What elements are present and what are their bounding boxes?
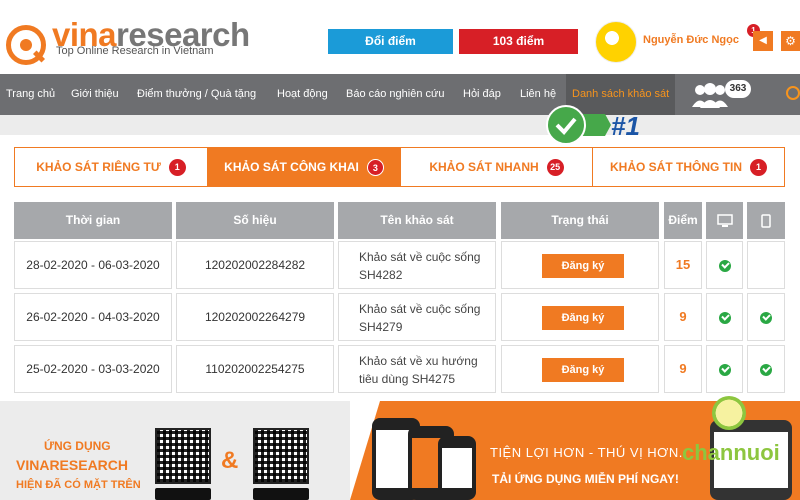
row-time: 26-02-2020 - 04-03-2020 xyxy=(14,293,172,341)
google-play-button[interactable] xyxy=(253,488,309,500)
check-circle-icon xyxy=(718,259,731,272)
banner-slogan: TIỆN LỢI HƠN - THÚ VỊ HƠN. xyxy=(490,445,683,460)
qr-code-appstore xyxy=(155,428,211,484)
megaphone-icon: ◀ xyxy=(759,35,767,46)
register-button[interactable]: Đăng ký xyxy=(542,254,624,278)
banner-ampersand: & xyxy=(221,447,239,474)
col-code: Số hiệu xyxy=(176,202,334,239)
row-mobile xyxy=(747,241,785,289)
nav-item-rewards[interactable]: Điểm thưởng / Quà tặng xyxy=(137,74,256,115)
col-desktop xyxy=(706,202,743,239)
nav-item-about[interactable]: Giới thiệu xyxy=(71,74,119,115)
mobile-icon xyxy=(761,214,771,228)
notification-button[interactable]: ◀ xyxy=(753,31,773,51)
col-mobile xyxy=(747,202,785,239)
desktop-icon xyxy=(716,214,733,227)
annotation-label: #1 xyxy=(611,111,640,141)
user-name[interactable]: Nguyễn Đức Ngọc xyxy=(643,34,739,46)
nav-item-activities[interactable]: Hoạt động xyxy=(277,74,328,115)
settings-button[interactable]: ⚙ xyxy=(781,31,800,51)
avatar[interactable] xyxy=(595,21,637,63)
row-time: 28-02-2020 - 06-03-2020 xyxy=(14,241,172,289)
online-users-count: 363 xyxy=(725,80,751,98)
check-circle-icon xyxy=(760,311,772,324)
points-balance-button[interactable]: 103 điểm xyxy=(459,29,578,54)
row-code: 120202002264279 xyxy=(176,293,334,341)
phone-image xyxy=(438,436,476,500)
row-name: Khảo sát về cuộc sống SH4282 xyxy=(338,241,496,289)
tab-badge: 1 xyxy=(168,159,186,177)
qr-code-googleplay xyxy=(253,428,309,484)
row-points: 9 xyxy=(664,293,702,341)
nav-item-home[interactable]: Trang chủ xyxy=(6,74,55,115)
row-name: Khảo sát về xu hướng tiêu dùng SH4275 xyxy=(338,345,496,393)
banner-app-name: VINARESEARCH xyxy=(16,457,129,473)
check-circle-icon xyxy=(718,363,731,376)
tab-badge: 1 xyxy=(750,159,767,177)
row-status: Đăng ký xyxy=(501,293,659,341)
app-store-button[interactable] xyxy=(155,488,211,500)
row-time: 25-02-2020 - 03-03-2020 xyxy=(14,345,172,393)
check-annotation: #1 xyxy=(546,105,640,145)
site-tagline: Top Online Research in Vietnam xyxy=(56,45,214,57)
tab-info-surveys[interactable]: KHẢO SÁT THÔNG TIN 1 xyxy=(593,148,784,186)
gear-icon: ⚙ xyxy=(785,34,796,48)
row-name: Khảo sát về cuộc sống SH4279 xyxy=(338,293,496,341)
exchange-points-button[interactable]: Đổi điểm xyxy=(328,29,453,54)
check-circle-icon xyxy=(760,363,772,376)
watermark: channuoi xyxy=(682,440,780,465)
banner-app-line3: HIỆN ĐÃ CÓ MẶT TRÊN xyxy=(16,479,141,491)
col-time: Thời gian xyxy=(14,202,172,239)
table-row: 26-02-2020 - 04-03-2020 120202002264279 … xyxy=(14,293,785,343)
row-points: 15 xyxy=(664,241,702,289)
nav-item-faq[interactable]: Hỏi đáp xyxy=(463,74,501,115)
tab-private-surveys[interactable]: KHẢO SÁT RIÊNG TƯ 1 xyxy=(15,148,208,186)
banner-download-cta: TẢI ỨNG DỤNG MIỄN PHÍ NGAY! xyxy=(492,472,679,486)
row-mobile xyxy=(747,293,785,341)
row-mobile xyxy=(747,345,785,393)
row-points: 9 xyxy=(664,345,702,393)
row-desktop xyxy=(706,293,743,341)
lime-icon xyxy=(712,396,746,430)
tab-badge: 25 xyxy=(546,159,564,177)
banner-app-line1: ỨNG DỤNG xyxy=(44,439,111,453)
tab-quick-surveys[interactable]: KHẢO SÁT NHANH 25 xyxy=(401,148,593,186)
people-icon xyxy=(692,83,728,108)
table-header: Thời gian Số hiệu Tên khảo sát Trạng thá… xyxy=(14,202,785,239)
main-nav: Trang chủ Giới thiệu Điểm thưởng / Quà t… xyxy=(0,74,800,115)
table-row: 28-02-2020 - 06-03-2020 120202002284282 … xyxy=(14,241,785,291)
nav-item-reports[interactable]: Báo cáo nghiên cứu xyxy=(346,74,445,115)
tab-public-surveys[interactable]: KHẢO SÁT CÔNG KHAI 3 xyxy=(208,148,401,186)
survey-tabs: KHẢO SÁT RIÊNG TƯ 1 KHẢO SÁT CÔNG KHAI 3 K… xyxy=(14,147,785,187)
row-desktop xyxy=(706,241,743,289)
col-name: Tên khảo sát xyxy=(338,202,496,239)
search-icon[interactable] xyxy=(786,86,800,100)
divider xyxy=(0,115,800,135)
survey-table: Thời gian Số hiệu Tên khảo sát Trạng thá… xyxy=(14,202,785,395)
register-button[interactable]: Đăng ký xyxy=(542,306,624,330)
col-points: Điểm xyxy=(664,202,702,239)
row-code: 120202002284282 xyxy=(176,241,334,289)
check-circle-icon xyxy=(718,311,731,324)
tab-badge: 3 xyxy=(366,159,384,177)
row-code: 110202002254275 xyxy=(176,345,334,393)
row-status: Đăng ký xyxy=(501,241,659,289)
col-status: Trạng thái xyxy=(501,202,659,239)
register-button[interactable]: Đăng ký xyxy=(542,358,624,382)
table-row: 25-02-2020 - 03-03-2020 110202002254275 … xyxy=(14,345,785,395)
row-desktop xyxy=(706,345,743,393)
row-status: Đăng ký xyxy=(501,345,659,393)
vinaresearch-logo-icon[interactable] xyxy=(6,25,46,65)
site-header: vinaresearch Top Online Research in Viet… xyxy=(0,0,800,74)
